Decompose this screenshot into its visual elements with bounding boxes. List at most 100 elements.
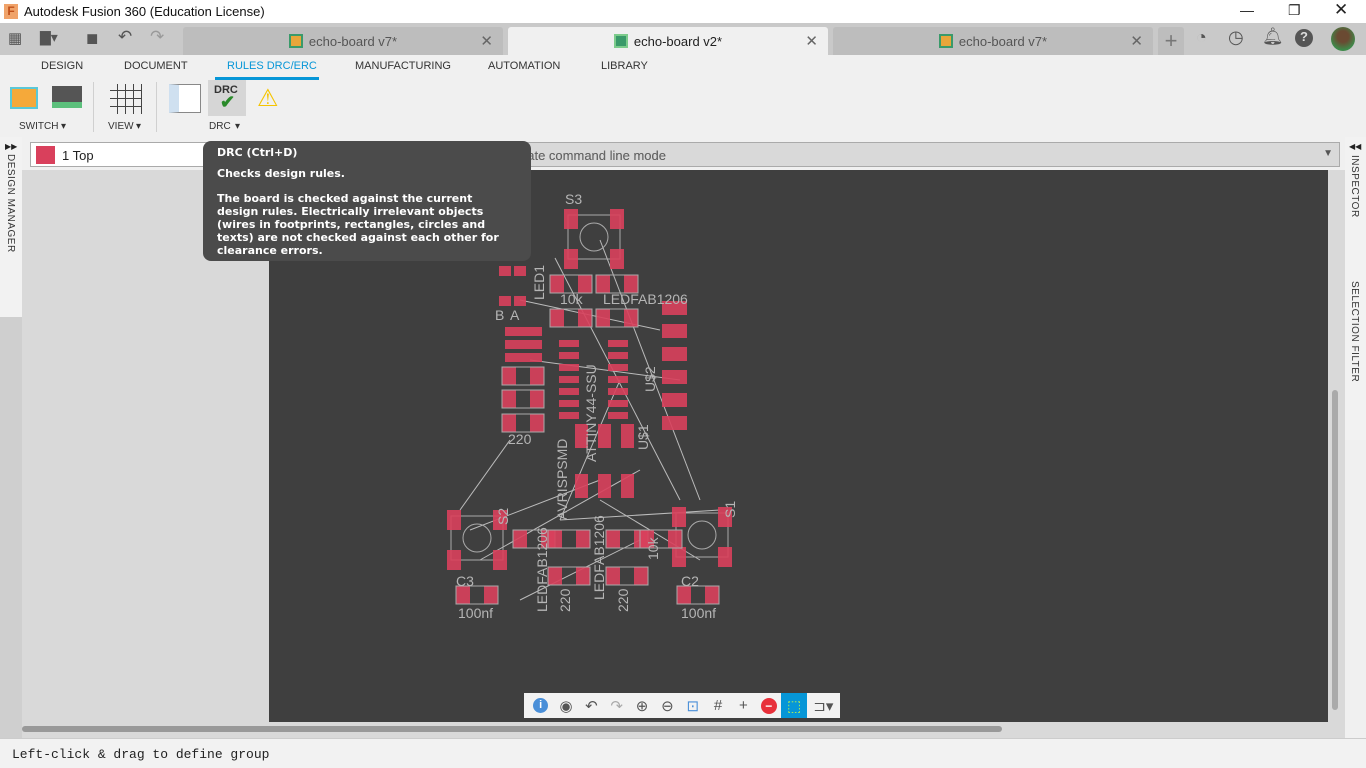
minimize-button[interactable]: — xyxy=(1240,2,1254,18)
route-dropdown-icon[interactable]: ⊐▾ xyxy=(807,693,840,718)
pad xyxy=(505,353,542,362)
zoom-out-icon[interactable]: ⊖ xyxy=(655,693,680,718)
ribbon-tab-automation[interactable]: AUTOMATION xyxy=(488,60,560,72)
pad xyxy=(608,340,628,347)
tab-label: echo-board v2* xyxy=(633,33,723,49)
dropdown-arrow-icon[interactable]: ▾ xyxy=(136,121,141,132)
notifications-bell-icon[interactable]: 🔔︎ xyxy=(1262,27,1284,47)
save-icon[interactable]: ◼ xyxy=(86,29,98,47)
pad xyxy=(668,530,682,548)
board-file-icon xyxy=(288,34,303,48)
pad xyxy=(624,309,638,327)
undo-icon[interactable]: ↶ xyxy=(118,27,132,47)
pad xyxy=(559,340,579,347)
ribbon-tab-library[interactable]: LIBRARY xyxy=(601,60,648,72)
ribbon-tab-rules-drc-erc[interactable]: RULES DRC/ERC xyxy=(227,60,317,72)
horizontal-scrollbar[interactable] xyxy=(22,726,1002,732)
pad xyxy=(608,400,628,407)
eye-icon[interactable]: ◉ xyxy=(553,693,578,718)
tooltip-title: DRC (Ctrl+D) xyxy=(217,146,298,159)
view-group-label[interactable]: VIEW xyxy=(108,121,134,132)
switch-circle xyxy=(462,523,492,553)
drc-group-label[interactable]: DRC xyxy=(209,121,231,132)
apps-grid-icon[interactable]: ▦ xyxy=(8,29,22,47)
pad xyxy=(672,507,686,527)
pad xyxy=(564,249,578,269)
redo-icon[interactable]: ↷ xyxy=(604,693,629,718)
redo-icon[interactable]: ↷ xyxy=(150,27,164,47)
selection-filter-tab[interactable]: SELECTION FILTER xyxy=(1349,281,1360,382)
pad xyxy=(662,416,687,430)
inspector-tab[interactable]: INSPECTOR xyxy=(1349,155,1360,218)
pcb-label: B xyxy=(495,307,504,323)
ribbon-tab-document[interactable]: DOCUMENT xyxy=(124,60,188,72)
tab-echo-board-v2[interactable]: echo-board v2* ✕ xyxy=(508,27,828,55)
tooltip-subtitle: Checks design rules. xyxy=(217,167,345,180)
ribbon-tab-design[interactable]: DESIGN xyxy=(41,60,83,72)
window-title: Autodesk Fusion 360 (Education License) xyxy=(24,4,265,19)
group-select-icon[interactable]: ⬚ xyxy=(781,693,807,718)
vertical-scrollbar[interactable] xyxy=(1332,390,1338,710)
ribbon-tab-manufacturing[interactable]: MANUFACTURING xyxy=(355,60,451,72)
help-icon[interactable]: ? xyxy=(1295,29,1313,47)
pad xyxy=(672,547,686,567)
divider xyxy=(93,82,94,132)
drc-button[interactable]: DRC ✔ xyxy=(208,80,246,116)
pcb-label: C3 xyxy=(456,573,474,589)
info-icon[interactable]: i xyxy=(528,693,553,718)
pad xyxy=(505,340,542,349)
pad xyxy=(493,550,507,570)
pad xyxy=(530,367,544,385)
pad xyxy=(662,347,687,361)
expand-panel-icon[interactable]: ▶▶ xyxy=(5,142,17,151)
pad xyxy=(575,474,588,498)
pad xyxy=(499,266,511,276)
close-tab-icon[interactable]: ✕ xyxy=(805,32,818,50)
app-logo-icon: F xyxy=(4,4,18,19)
checkmark-icon: ✔ xyxy=(220,92,236,112)
extensions-icon[interactable]: ◔ xyxy=(1196,27,1207,48)
drc-tooltip: DRC (Ctrl+D) Checks design rules. The bo… xyxy=(203,141,531,261)
close-tab-icon[interactable]: ✕ xyxy=(480,32,493,50)
design-manager-panel[interactable]: ▶▶ DESIGN MANAGER xyxy=(0,137,22,317)
pad xyxy=(608,388,628,395)
zoom-fit-icon[interactable]: ⊡ xyxy=(680,693,705,718)
pad xyxy=(598,424,611,448)
switch-group-label[interactable]: SWITCH xyxy=(19,121,58,132)
new-tab-button[interactable]: + xyxy=(1158,27,1184,55)
user-avatar[interactable] xyxy=(1331,27,1355,51)
dropdown-arrow-icon[interactable]: ▼ xyxy=(1323,148,1333,159)
pad xyxy=(608,376,628,383)
dropdown-arrow-icon[interactable]: ▾ xyxy=(235,121,240,132)
collapse-panel-icon[interactable]: ◀◀ xyxy=(1349,142,1361,151)
tab-echo-board-v7-1[interactable]: echo-board v7* ✕ xyxy=(183,27,503,55)
job-status-clock-icon[interactable]: ◷ xyxy=(1228,27,1244,48)
undo-icon[interactable]: ↶ xyxy=(579,693,604,718)
dropdown-arrow-icon[interactable]: ▾ xyxy=(61,121,66,132)
design-rules-button[interactable] xyxy=(169,84,201,113)
switch-to-package-button[interactable] xyxy=(52,86,82,108)
maximize-button[interactable]: ❐ xyxy=(1288,2,1301,19)
pcb-label: S1 xyxy=(722,501,738,518)
divider xyxy=(156,82,157,132)
switch-circle xyxy=(687,520,717,550)
tab-echo-board-v7-2[interactable]: echo-board v7* ✕ xyxy=(833,27,1153,55)
pad xyxy=(514,296,526,306)
pad xyxy=(499,296,511,306)
grid-icon[interactable]: # xyxy=(705,693,730,718)
switch-to-schematic-button[interactable] xyxy=(10,87,38,109)
pad xyxy=(662,324,687,338)
pad xyxy=(559,352,579,359)
zoom-in-icon[interactable]: ⊕ xyxy=(629,693,654,718)
right-panel: ◀◀ INSPECTOR SELECTION FILTER xyxy=(1345,137,1366,440)
stop-icon[interactable]: − xyxy=(756,693,781,718)
close-tab-icon[interactable]: ✕ xyxy=(1130,32,1143,50)
grid-button[interactable] xyxy=(110,84,142,114)
pad xyxy=(662,393,687,407)
errors-warning-icon[interactable]: ⚠ xyxy=(257,84,279,113)
close-window-button[interactable]: ✕ xyxy=(1334,0,1348,20)
pad xyxy=(502,390,516,408)
pad xyxy=(559,400,579,407)
file-menu-icon[interactable]: ▇▾ xyxy=(40,29,58,46)
crosshair-icon[interactable]: + xyxy=(731,693,756,718)
